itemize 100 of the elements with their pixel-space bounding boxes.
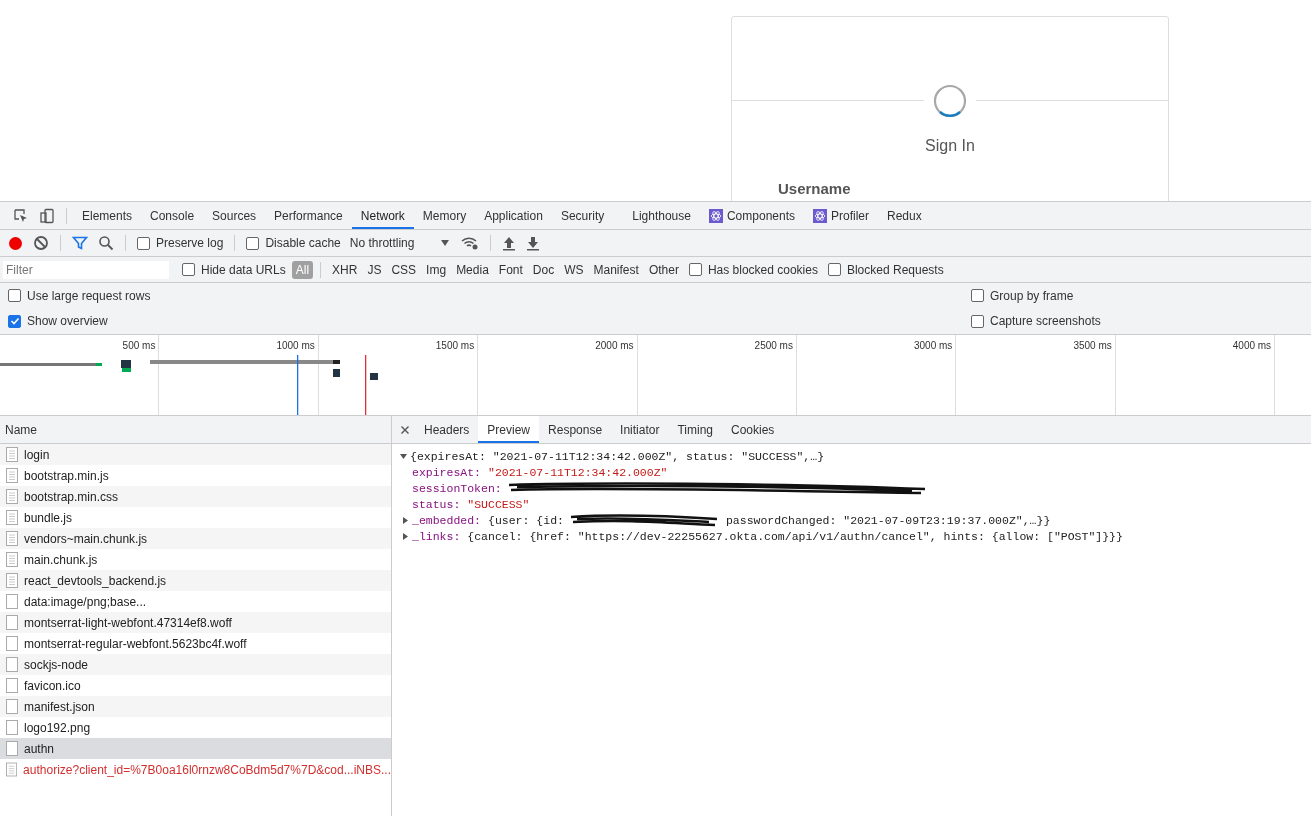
request-row[interactable]: login	[0, 444, 391, 465]
checkbox-label: Preserve log	[156, 236, 224, 250]
file-icon	[6, 678, 18, 693]
request-row[interactable]: authn	[0, 738, 391, 759]
caret-icon	[440, 239, 451, 247]
devtools-tab[interactable]: Network	[351, 202, 414, 229]
collapsed-triangle-icon[interactable]	[401, 515, 410, 525]
request-row[interactable]: manifest.json	[0, 696, 391, 717]
request-row[interactable]: vendors~main.chunk.js	[0, 528, 391, 549]
devtools-tab[interactable]: Security	[551, 202, 614, 229]
checkbox-label: Hide data URLs	[201, 262, 286, 277]
request-row[interactable]: react_devtools_backend.js	[0, 570, 391, 591]
request-name: logo192.png	[24, 720, 91, 735]
request-name: authn	[24, 741, 55, 756]
request-name: react_devtools_backend.js	[24, 573, 167, 588]
checkbox-label: Blocked Requests	[846, 262, 944, 277]
collapsed-triangle-icon[interactable]	[401, 531, 410, 541]
search-icon[interactable]	[98, 235, 114, 251]
filter-icon[interactable]	[72, 235, 88, 251]
devtools-tab[interactable]: Lighthouse	[623, 202, 700, 229]
signin-title: Sign In	[924, 137, 976, 155]
devtools-tab[interactable]: Memory	[413, 202, 476, 229]
resource-type-filter[interactable]: JS	[363, 260, 386, 279]
resource-type-filter[interactable]: Doc	[528, 260, 559, 279]
request-name: manifest.json	[24, 699, 95, 714]
json-summary: {expiresAt: "2021-07-11T12:34:42.000Z", status: "SUCCESS",…}	[410, 449, 825, 463]
hide-data-urls-checkbox[interactable]	[182, 263, 195, 276]
request-name: montserrat-regular-webfont.5623bc4f.woff	[24, 636, 247, 651]
checkbox-label: Group by frame	[990, 288, 1074, 303]
resource-type-filter[interactable]: Media	[452, 260, 493, 279]
username-label: Username	[778, 180, 852, 197]
preserve-log-checkbox[interactable]	[137, 236, 150, 250]
timeline-tick-label: 1000 ms	[276, 340, 315, 351]
record-button[interactable]	[9, 236, 22, 250]
devtools-tab[interactable]: Application	[475, 202, 552, 229]
devtools-tab[interactable]: Performance	[265, 202, 352, 229]
file-icon	[6, 741, 18, 756]
file-icon	[6, 615, 18, 630]
checkbox-label: Capture screenshots	[990, 314, 1101, 329]
detail-tab[interactable]: Preview	[478, 416, 540, 443]
timeline-tick-label: 2500 ms	[754, 340, 793, 351]
column-header[interactable]: Name	[0, 416, 391, 444]
detail-tab[interactable]: Initiator	[611, 416, 669, 443]
request-name: data:image/png;base...	[24, 594, 147, 609]
disable-cache-checkbox[interactable]	[246, 236, 260, 250]
request-row[interactable]: bootstrap.min.css	[0, 486, 391, 507]
filter-field[interactable]: Filter	[3, 260, 169, 279]
option-checkbox[interactable]	[971, 289, 984, 303]
resource-type-filter[interactable]: Other	[644, 260, 683, 279]
devtools-tab[interactable]: Profiler	[804, 202, 878, 229]
timeline-tick-label: 3000 ms	[914, 340, 953, 351]
detail-tab[interactable]: Cookies	[722, 416, 784, 443]
devtools-tab[interactable]: Components	[699, 202, 804, 229]
json-object-value: passwordChanged: "2021-07-09T23:19:37.000Z",…}}	[725, 513, 1051, 527]
upload-icon[interactable]	[502, 235, 517, 251]
option-checkbox[interactable]	[971, 314, 984, 328]
file-icon	[6, 636, 18, 651]
request-name: bootstrap.min.js	[24, 468, 109, 483]
file-icon	[6, 594, 18, 609]
throttling-dropdown[interactable]: No throttling	[349, 236, 451, 250]
json-string-value: "2021-07-11T12:34:42.000Z"	[488, 465, 668, 479]
expanded-triangle-icon[interactable]	[399, 451, 408, 461]
wifi-settings-icon[interactable]	[461, 235, 480, 251]
blocked-requests-checkbox[interactable]	[827, 263, 841, 276]
blocked-cookies-checkbox[interactable]	[688, 263, 702, 276]
detail-tab[interactable]: Timing	[668, 416, 722, 443]
file-icon	[6, 657, 18, 672]
request-row[interactable]: montserrat-light-webfont.47314ef8.woff	[0, 612, 391, 633]
json-object-value: {cancel: {href: "https://dev-22255627.okta.com/api/v1/authn/cancel", hints: {allow: ["POST"]}}}	[467, 529, 1123, 543]
devtools-tab[interactable]: Sources	[203, 202, 266, 229]
detail-tab[interactable]: Headers	[415, 416, 479, 443]
json-key: _links:	[412, 529, 461, 543]
option-checkbox[interactable]	[8, 289, 21, 303]
request-name: authorize?client_id=%7B0oa16l0rnzw8CoBdm5d7%7D&cod...iNBS...	[23, 762, 391, 777]
resource-type-filter[interactable]: XHR	[328, 260, 362, 279]
resource-type-filter[interactable]: Font	[494, 260, 527, 279]
request-row[interactable]: sockjs-node	[0, 654, 391, 675]
request-name: bootstrap.min.css	[24, 489, 119, 504]
devtools-tab[interactable]: Console	[141, 202, 204, 229]
resource-type-filter[interactable]: Manifest	[589, 260, 643, 279]
clear-icon[interactable]	[33, 235, 49, 251]
devtools-tab[interactable]: Elements	[73, 202, 142, 229]
timeline-tick-label: 3500 ms	[1073, 340, 1112, 351]
device-toolbar-icon[interactable]	[39, 207, 55, 224]
timeline-tick-label: 2000 ms	[595, 340, 634, 351]
close-icon[interactable]	[400, 424, 410, 435]
inspect-icon[interactable]	[13, 207, 29, 224]
document-icon	[6, 573, 18, 588]
request-name: sockjs-node	[24, 657, 89, 672]
detail-tab[interactable]: Response	[539, 416, 612, 443]
devtools-tab[interactable]: Redux	[878, 202, 931, 229]
resource-type-filter[interactable]: Img	[422, 260, 451, 279]
resource-type-filter[interactable]: WS	[560, 260, 588, 279]
json-key: status:	[412, 497, 461, 511]
document-icon	[6, 531, 18, 546]
timeline-tick-label: 4000 ms	[1232, 340, 1272, 351]
resource-type-filter[interactable]: CSS	[387, 260, 421, 279]
request-name: login	[24, 447, 50, 462]
download-icon[interactable]	[526, 235, 541, 251]
option-checkbox[interactable]	[8, 314, 21, 328]
